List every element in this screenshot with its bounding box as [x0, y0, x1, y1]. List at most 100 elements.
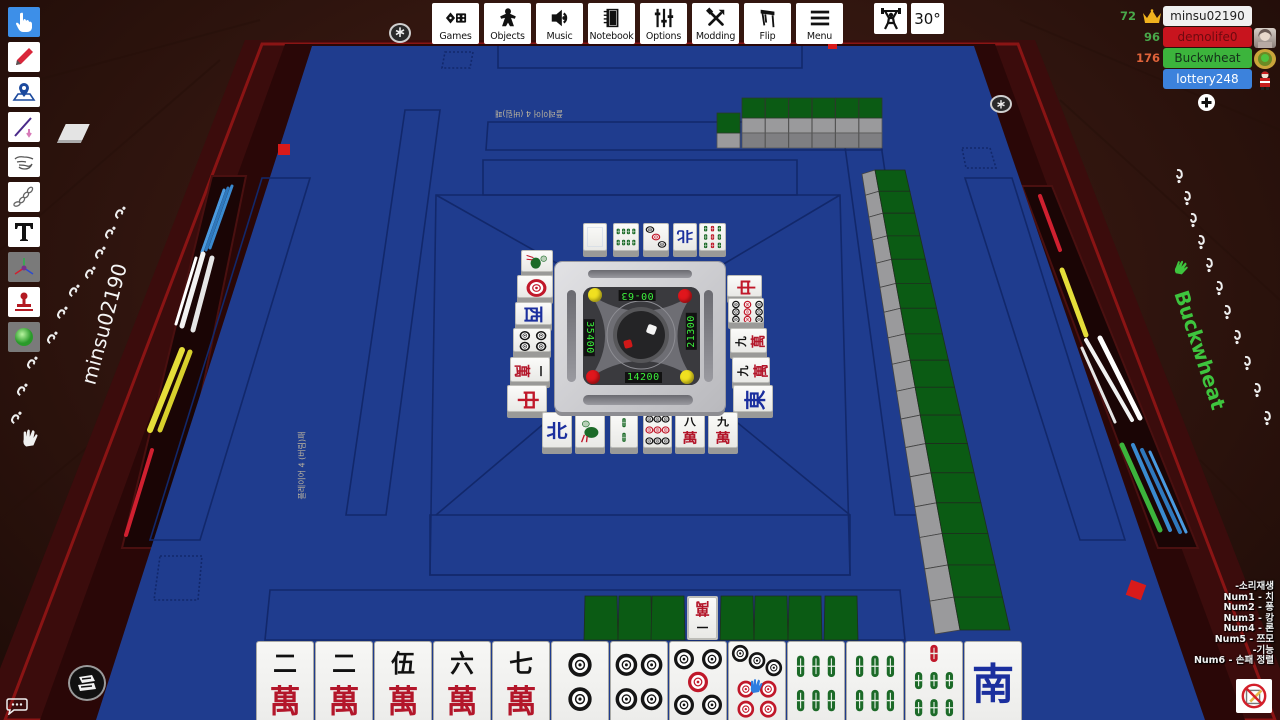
menu-button[interactable]: Menu [796, 3, 843, 44]
wall-tile[interactable] [936, 502, 989, 534]
lift-height-button[interactable] [874, 3, 907, 34]
discard-tile-top[interactable]: 北 [673, 223, 697, 251]
hand-tile[interactable] [905, 641, 963, 720]
objects-button[interactable]: Objects [484, 3, 531, 44]
wall-tile[interactable] [900, 307, 943, 335]
discard-tile-left[interactable]: 一萬 [510, 357, 550, 382]
wall-tile[interactable] [753, 595, 789, 641]
discard-tile-top[interactable] [643, 223, 669, 251]
text-tool[interactable] [8, 217, 40, 247]
music-button[interactable]: Music [536, 3, 583, 44]
color-ball-tool[interactable] [8, 322, 40, 352]
wall-tile[interactable] [858, 117, 883, 134]
rotation-snap-button[interactable]: 30° [911, 3, 944, 34]
wall-tile[interactable] [858, 132, 883, 149]
wall-tile[interactable] [716, 112, 741, 134]
gizmo-tool[interactable] [8, 252, 40, 282]
wall-tile[interactable] [953, 596, 1011, 631]
discard-tile-top[interactable] [613, 223, 639, 251]
token-icon[interactable] [990, 95, 1012, 113]
line-tool[interactable] [8, 112, 40, 142]
player-row[interactable]: lottery248 [1163, 69, 1252, 89]
chat-icon[interactable] [6, 697, 28, 716]
wall-tile[interactable] [741, 97, 766, 119]
discard-tile-bottom[interactable] [610, 412, 638, 448]
wall-tile[interactable] [925, 443, 975, 474]
player-row[interactable]: Buckwheat [1163, 48, 1252, 68]
wall-tile[interactable] [835, 132, 859, 149]
discard-tile-top[interactable] [699, 223, 726, 251]
no-edit-toggle-button[interactable] [1236, 679, 1272, 713]
wall-tile[interactable] [719, 595, 755, 641]
token-icon[interactable] [389, 23, 411, 43]
pen-tool[interactable] [8, 42, 40, 72]
hand-tile[interactable]: 七萬 [492, 641, 550, 720]
discard-tile-bottom[interactable]: 九萬 [708, 412, 738, 448]
discard-tile-right[interactable]: 九萬 [730, 328, 767, 353]
notebook-button[interactable]: Notebook [588, 3, 635, 44]
options-button[interactable]: Options [640, 3, 687, 44]
hand-tile[interactable]: 二萬 [256, 641, 314, 720]
discard-tile-right[interactable]: 東 [733, 385, 773, 412]
hand-tile[interactable]: 六萬 [433, 641, 491, 720]
wall-tile[interactable] [835, 97, 859, 119]
wall-tile[interactable] [895, 283, 938, 309]
discard-tile-right[interactable]: 九萬 [732, 357, 770, 383]
dora-tile-face[interactable]: 一萬 [688, 597, 717, 639]
add-player-button[interactable] [1198, 94, 1215, 111]
discard-tile-right[interactable]: 中 [727, 275, 762, 297]
wall-tile[interactable] [882, 212, 921, 237]
dealer-token-icon[interactable] [68, 665, 106, 701]
avatar-lottery248[interactable] [1254, 70, 1276, 90]
joint-tool[interactable] [8, 182, 40, 212]
wall-tile[interactable] [947, 564, 1003, 598]
wall-tile[interactable] [891, 258, 932, 284]
wall-tile[interactable] [716, 132, 741, 149]
hand-tile[interactable] [846, 641, 904, 720]
pin-tool[interactable] [8, 77, 40, 107]
discard-tile-bottom[interactable] [643, 412, 672, 448]
wall-tile[interactable] [617, 595, 653, 641]
player-row[interactable]: minsu02190 [1163, 6, 1252, 26]
discard-tile-bottom[interactable]: 八萬 [675, 412, 705, 448]
discard-tile-right[interactable] [728, 298, 764, 323]
hand-tile[interactable]: 伍萬 [374, 641, 432, 720]
hand-tile[interactable] [669, 641, 727, 720]
discard-tile-bottom[interactable] [575, 412, 605, 448]
wall-tile[interactable] [788, 117, 813, 134]
flip-button[interactable]: Flip [744, 3, 791, 44]
grab-tool[interactable] [8, 147, 40, 177]
games-button[interactable]: Games [432, 3, 479, 44]
dora-indicator-tile[interactable]: 一萬 [687, 596, 718, 640]
wall-tile[interactable] [811, 97, 836, 119]
wall-tile[interactable] [788, 132, 813, 149]
stamp-tool[interactable] [8, 287, 40, 317]
wall-tile[interactable] [811, 117, 836, 134]
discard-tile-left[interactable] [521, 250, 553, 272]
avatar-buckwheat[interactable] [1254, 49, 1276, 69]
wall-tile[interactable] [741, 117, 766, 134]
wall-tile[interactable] [765, 117, 789, 134]
wall-tile[interactable] [874, 169, 911, 192]
wall-tile[interactable] [787, 595, 823, 641]
hand-tile[interactable]: 二萬 [315, 641, 373, 720]
wall-tile[interactable] [909, 359, 956, 388]
hand-tile[interactable] [551, 641, 609, 720]
avatar-demolife0[interactable] [1254, 28, 1276, 48]
wall-tile[interactable] [823, 595, 859, 641]
hand-tile[interactable] [610, 641, 668, 720]
wall-tile[interactable] [919, 414, 968, 444]
wall-tile[interactable] [583, 595, 619, 641]
red-marker[interactable] [278, 144, 290, 155]
wall-tile[interactable] [930, 472, 982, 504]
wall-tile[interactable] [765, 132, 789, 149]
modding-button[interactable]: Modding [692, 3, 739, 44]
discard-tile-top[interactable] [583, 223, 607, 251]
discard-tile-bottom[interactable]: 北 [542, 412, 572, 448]
wall-tile[interactable] [904, 333, 949, 361]
wall-tile[interactable] [886, 235, 926, 260]
hand-grab-icon[interactable] [20, 428, 42, 448]
wall-tile[interactable] [765, 97, 789, 119]
wall-tile[interactable] [858, 97, 883, 119]
discard-tile-left[interactable] [513, 328, 551, 352]
